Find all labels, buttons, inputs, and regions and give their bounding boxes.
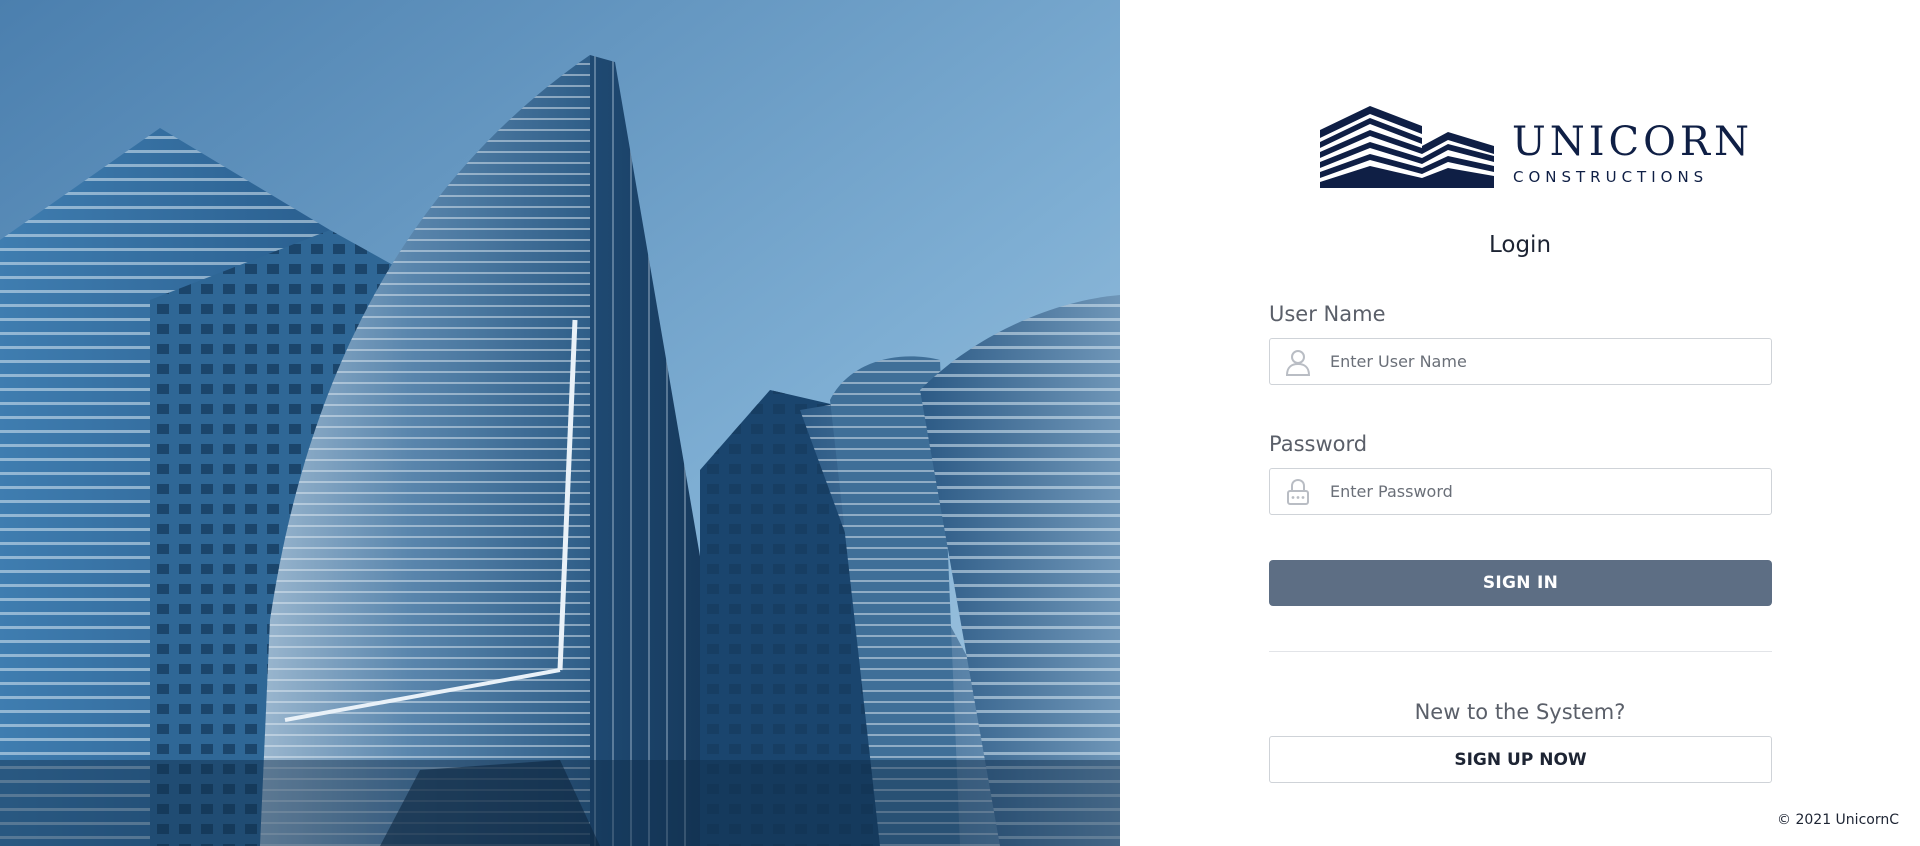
username-label: User Name (1269, 302, 1386, 326)
skyscrapers-illustration (0, 0, 1120, 846)
password-input[interactable] (1330, 469, 1760, 514)
divider (1269, 651, 1772, 652)
logo-wordmark: UNICORN (1512, 119, 1754, 165)
copyright-text: © 2021 UnicornC (1777, 812, 1899, 828)
password-field[interactable] (1269, 468, 1772, 515)
login-panel: UNICORN CONSTRUCTIONS Login User Name Pa… (1120, 0, 1920, 846)
hero-image (0, 0, 1120, 846)
login-title: Login (1488, 232, 1552, 258)
buildings-logo-icon (1320, 106, 1494, 188)
username-field[interactable] (1269, 338, 1772, 385)
user-icon (1285, 350, 1311, 376)
sign-up-button[interactable]: SIGN UP NOW (1269, 736, 1772, 783)
logo-subtitle: CONSTRUCTIONS (1513, 168, 1709, 186)
username-input[interactable] (1330, 339, 1760, 384)
lock-icon (1287, 478, 1309, 505)
password-label: Password (1269, 432, 1368, 456)
sign-in-button[interactable]: SIGN IN (1269, 560, 1772, 606)
new-user-prompt: New to the System? (1414, 700, 1626, 724)
company-logo: UNICORN CONSTRUCTIONS (1318, 106, 1749, 190)
